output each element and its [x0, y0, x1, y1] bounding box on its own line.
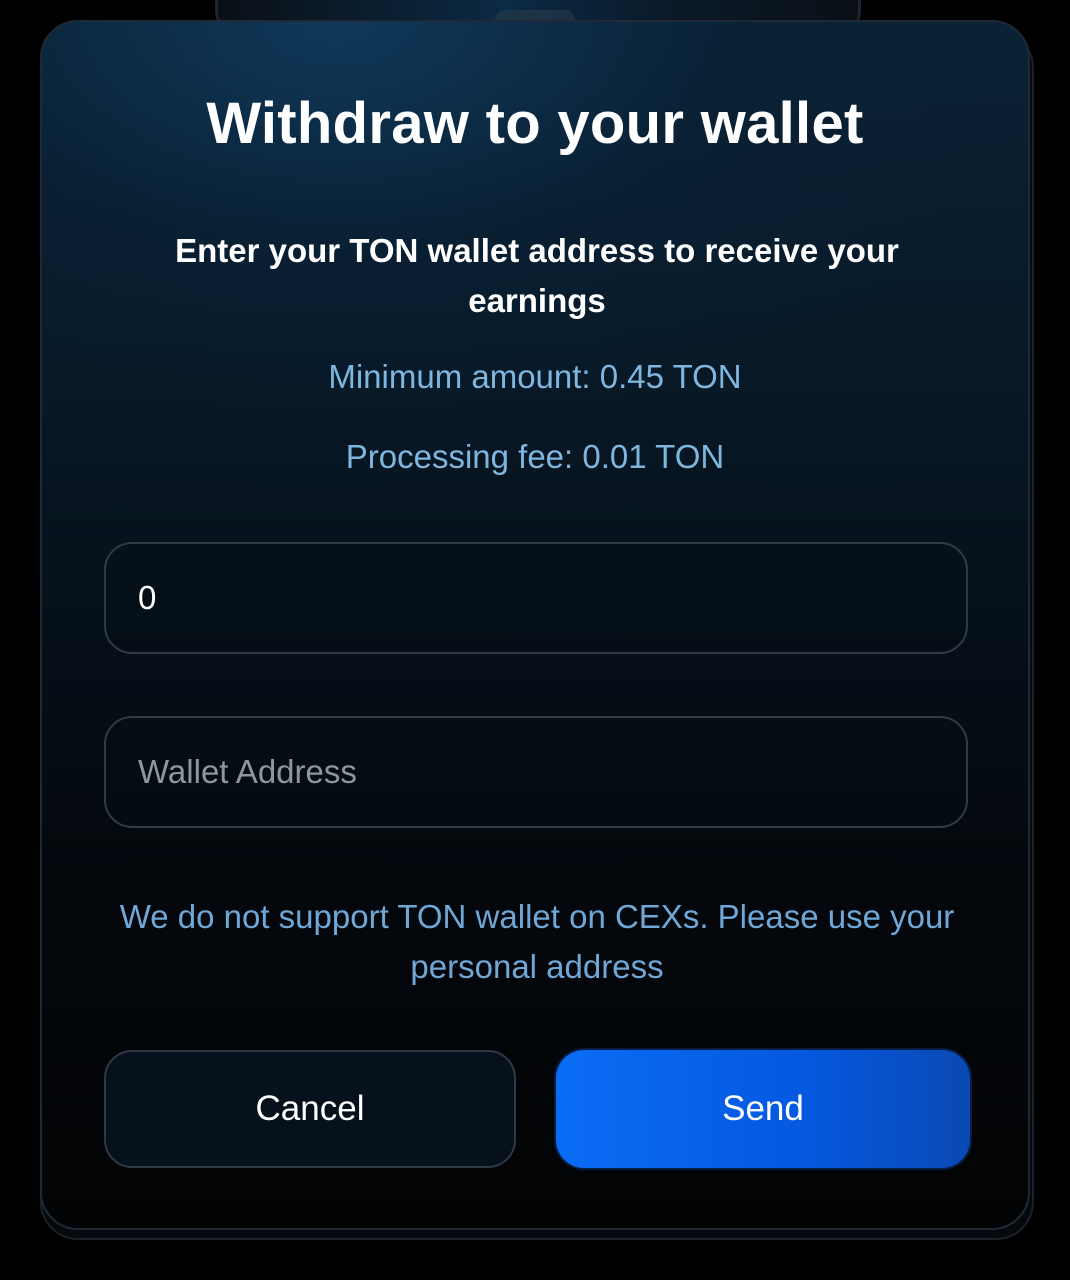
cancel-button[interactable]: Cancel	[104, 1050, 516, 1168]
send-button[interactable]: Send	[556, 1050, 970, 1168]
minimum-amount-text: Minimum amount: 0.45 TON	[328, 358, 742, 395]
processing-fee-text: Processing fee: 0.01 TON	[345, 438, 725, 475]
withdraw-modal: Withdraw to your wallet Enter your TON w…	[40, 20, 1030, 1230]
modal-title: Withdraw to your wallet	[206, 91, 864, 156]
cex-warning-note: We do not support TON wallet on CEXs. Pl…	[119, 898, 955, 985]
modal-subtitle: Enter your TON wallet address to receive…	[175, 232, 899, 319]
screen: Withdraw to your wallet Enter your TON w…	[0, 0, 1070, 1280]
amount-input[interactable]	[104, 542, 968, 654]
wallet-address-input[interactable]	[104, 716, 968, 828]
